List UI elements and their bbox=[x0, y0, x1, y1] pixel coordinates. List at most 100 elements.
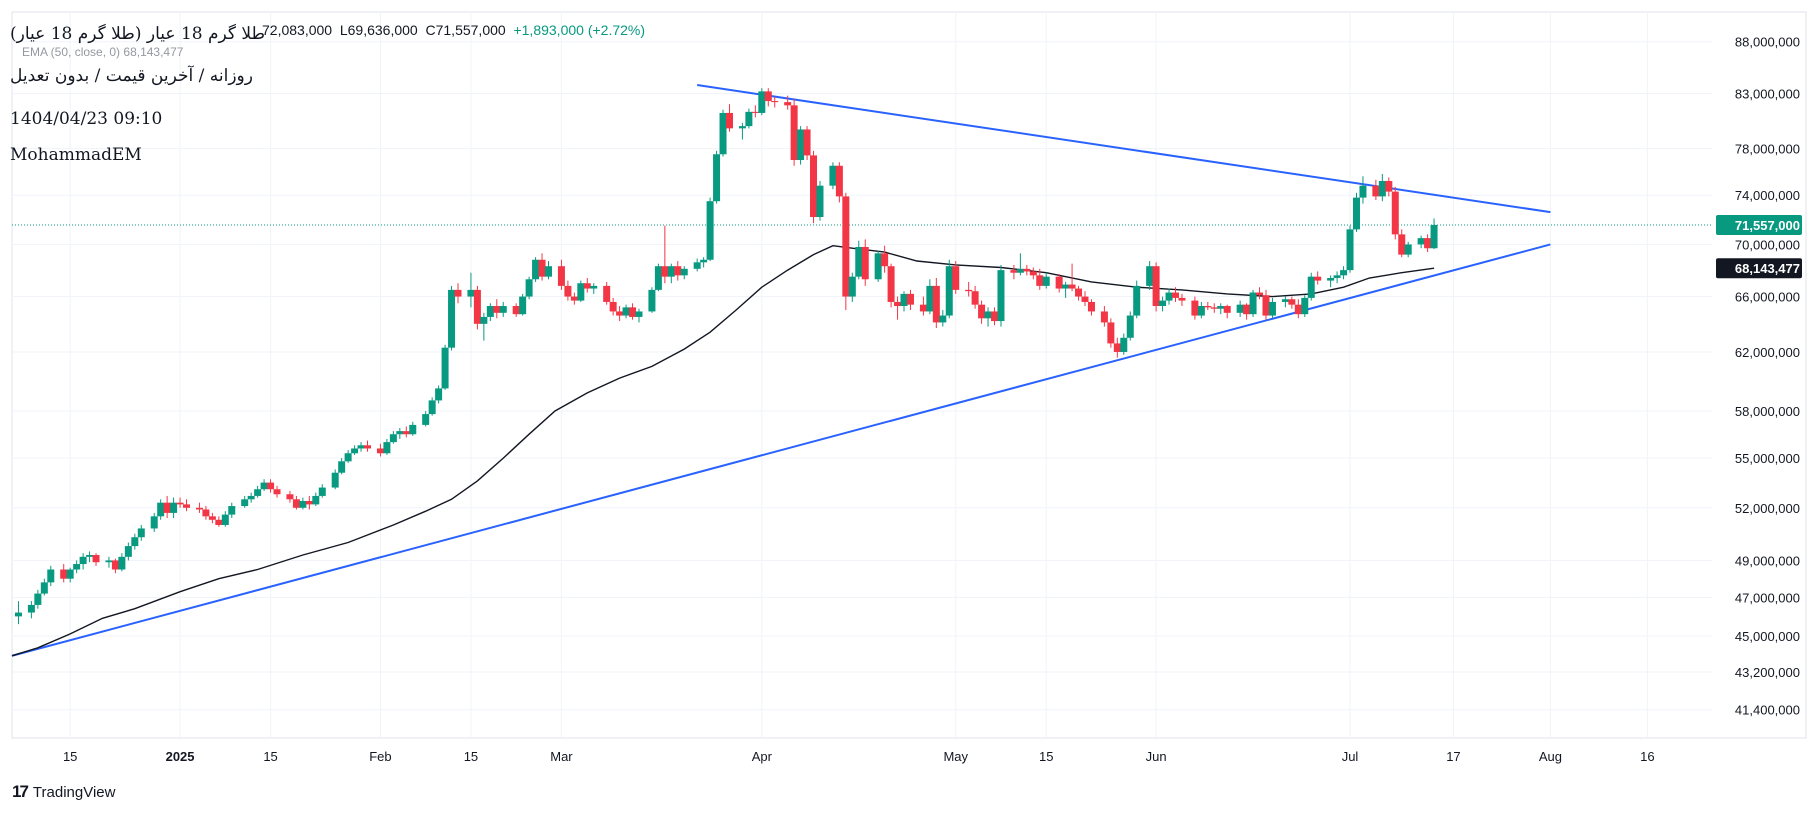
candle bbox=[803, 126, 811, 160]
candle-body bbox=[700, 259, 708, 263]
y-tick-label: 58,000,000 bbox=[1735, 404, 1800, 419]
tradingview-logo[interactable]: 17 TradingView bbox=[12, 782, 115, 802]
candle-body bbox=[532, 259, 540, 280]
candle-body bbox=[183, 504, 191, 508]
candle-body bbox=[493, 306, 501, 313]
candle-body bbox=[1404, 244, 1412, 255]
candle-body bbox=[422, 414, 430, 425]
ema-legend[interactable]: EMA (50, close, 0) 68,143,477 bbox=[22, 45, 183, 59]
candle-body bbox=[1210, 307, 1218, 309]
candle-body bbox=[448, 289, 456, 348]
candle-body bbox=[176, 502, 184, 505]
candle-body bbox=[991, 311, 999, 322]
candle bbox=[532, 257, 540, 282]
x-tick-label: Mar bbox=[550, 749, 573, 764]
chart-author: MohammadEM bbox=[10, 145, 142, 165]
candle-body bbox=[1197, 306, 1205, 316]
candle-body bbox=[73, 564, 81, 570]
y-tick-label: 47,000,000 bbox=[1735, 590, 1800, 605]
candle-body bbox=[738, 126, 746, 129]
candle-body bbox=[396, 431, 404, 435]
candle-body bbox=[939, 315, 947, 323]
candle-body bbox=[984, 311, 992, 319]
candle-body bbox=[829, 165, 837, 186]
candle-body bbox=[680, 268, 688, 276]
candle-body bbox=[338, 461, 346, 473]
candle-body bbox=[719, 112, 727, 155]
candle-body bbox=[971, 291, 979, 305]
candle-body bbox=[1346, 229, 1354, 271]
y-tick-label: 45,000,000 bbox=[1735, 629, 1800, 644]
candle-body bbox=[570, 296, 578, 301]
candle-body bbox=[616, 311, 624, 316]
candle-body bbox=[1165, 292, 1173, 301]
x-tick-label: Feb bbox=[369, 749, 391, 764]
price-chart[interactable]: 88,000,000 83,000,000 78,000,000 74,000,000… bbox=[0, 0, 1816, 817]
candle-body bbox=[1281, 299, 1289, 302]
candle-body bbox=[1023, 268, 1031, 272]
candle-body bbox=[260, 482, 268, 490]
candle-body bbox=[170, 502, 178, 513]
candle-body bbox=[810, 155, 818, 218]
candle-body bbox=[861, 246, 869, 280]
x-tick-label: 15 bbox=[263, 749, 277, 764]
candle-body bbox=[1100, 311, 1108, 323]
candle-body bbox=[1301, 297, 1309, 315]
candle-body bbox=[376, 448, 384, 454]
candle-body bbox=[629, 307, 637, 317]
candle-body bbox=[603, 285, 611, 302]
x-tick-label: Jul bbox=[1342, 749, 1359, 764]
ohlc-close: C71,557,000 bbox=[425, 22, 506, 38]
y-tick-label: 78,000,000 bbox=[1735, 142, 1800, 157]
ohlc-change: +1,893,000 (+2.72%) bbox=[513, 22, 646, 38]
candle-body bbox=[667, 266, 675, 277]
candle-body bbox=[1327, 277, 1335, 281]
candle-body bbox=[208, 516, 216, 520]
candle-body bbox=[1171, 292, 1179, 298]
candle-body bbox=[1081, 296, 1089, 302]
candle-body bbox=[764, 91, 772, 102]
candle-body bbox=[932, 285, 940, 323]
candle-body bbox=[881, 253, 889, 267]
candle-body bbox=[299, 500, 307, 508]
candle-body bbox=[1340, 270, 1348, 276]
candle bbox=[816, 180, 824, 221]
candle-body bbox=[512, 306, 520, 315]
candle-body bbox=[545, 266, 553, 277]
y-tick-label: 70,000,000 bbox=[1735, 237, 1800, 252]
candle-body bbox=[1010, 270, 1018, 273]
candle-body bbox=[874, 253, 882, 280]
candle-body bbox=[27, 604, 35, 613]
x-tick-label: May bbox=[943, 749, 968, 764]
y-tick-label: 49,000,000 bbox=[1735, 553, 1800, 568]
candle bbox=[1152, 262, 1160, 312]
y-tick-label: 88,000,000 bbox=[1735, 35, 1800, 50]
candle-body bbox=[706, 201, 714, 260]
candle-body bbox=[661, 266, 669, 277]
ema-legend-label: EMA (50, close, 0) bbox=[22, 45, 121, 59]
candle-body bbox=[842, 196, 850, 297]
candle bbox=[713, 150, 721, 204]
candle-body bbox=[1120, 337, 1128, 352]
candle-body bbox=[790, 105, 798, 160]
candle-body bbox=[1016, 268, 1024, 273]
candle-body bbox=[286, 494, 294, 500]
candle-body bbox=[247, 495, 255, 500]
candle bbox=[1107, 318, 1115, 348]
symbol-title[interactable]: طلا گرم 18 عیار (طلا گرم 18 عیار) bbox=[10, 24, 265, 44]
y-tick-label: 62,000,000 bbox=[1735, 345, 1800, 360]
candle bbox=[758, 88, 766, 116]
candle-body bbox=[835, 165, 843, 197]
candle bbox=[842, 192, 850, 311]
candle-body bbox=[1223, 306, 1231, 313]
candle-body bbox=[473, 289, 481, 324]
candle-body bbox=[1288, 299, 1296, 305]
candle-body bbox=[1256, 292, 1264, 296]
candle-body bbox=[725, 112, 733, 129]
chart-subtitle: روزانه / آخرین قیمت / بدون تعدیل bbox=[10, 66, 253, 86]
candle bbox=[719, 109, 727, 157]
x-tick-label: 15 bbox=[1039, 749, 1053, 764]
x-tick-label: Aug bbox=[1539, 749, 1562, 764]
candle-body bbox=[14, 612, 22, 617]
y-tick-label: 41,400,000 bbox=[1735, 703, 1800, 718]
